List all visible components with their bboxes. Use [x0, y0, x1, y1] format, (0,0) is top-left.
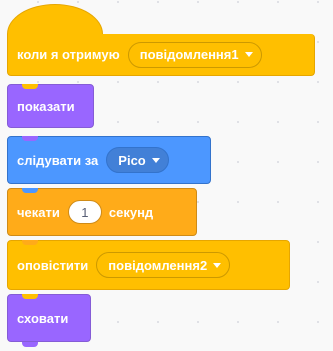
wait-label: чекати	[17, 204, 60, 220]
chevron-down-icon	[213, 262, 222, 268]
when-i-receive-block[interactable]: коли я отримую повідомлення1	[7, 34, 315, 76]
wait-unit-label: секунд	[108, 204, 154, 220]
chevron-down-icon	[244, 52, 253, 57]
connector-notch	[22, 84, 38, 89]
connector-notch	[22, 294, 38, 299]
connector-notch	[22, 342, 38, 347]
when-i-receive-label: коли я отримую	[17, 47, 120, 62]
received-message-dropdown[interactable]: повідомлення1	[127, 41, 262, 68]
wait-seconds-input[interactable]: 1	[67, 200, 102, 224]
follow-target-dropdown[interactable]: Рico	[106, 147, 169, 173]
broadcast-label: оповістити	[17, 257, 89, 273]
follow-block[interactable]: слідувати за Рico	[7, 136, 211, 184]
follow-label: слідувати за	[17, 152, 99, 168]
broadcast-message-dropdown[interactable]: повідомлення2	[96, 252, 231, 278]
broadcast-message-value: повідомлення2	[108, 257, 208, 273]
broadcast-block[interactable]: оповістити повідомлення2	[7, 240, 290, 290]
hide-block[interactable]: сховати	[7, 294, 91, 342]
connector-notch	[22, 136, 38, 141]
connector-notch	[22, 188, 38, 193]
chevron-down-icon	[151, 157, 160, 163]
show-label: показати	[17, 98, 75, 114]
show-block[interactable]: показати	[7, 84, 94, 128]
connector-notch	[22, 240, 38, 245]
follow-target-value: Рico	[118, 152, 146, 168]
hide-label: сховати	[17, 310, 69, 326]
received-message-value: повідомлення1	[139, 47, 239, 62]
wait-block[interactable]: чекати 1 секунд	[7, 188, 197, 236]
